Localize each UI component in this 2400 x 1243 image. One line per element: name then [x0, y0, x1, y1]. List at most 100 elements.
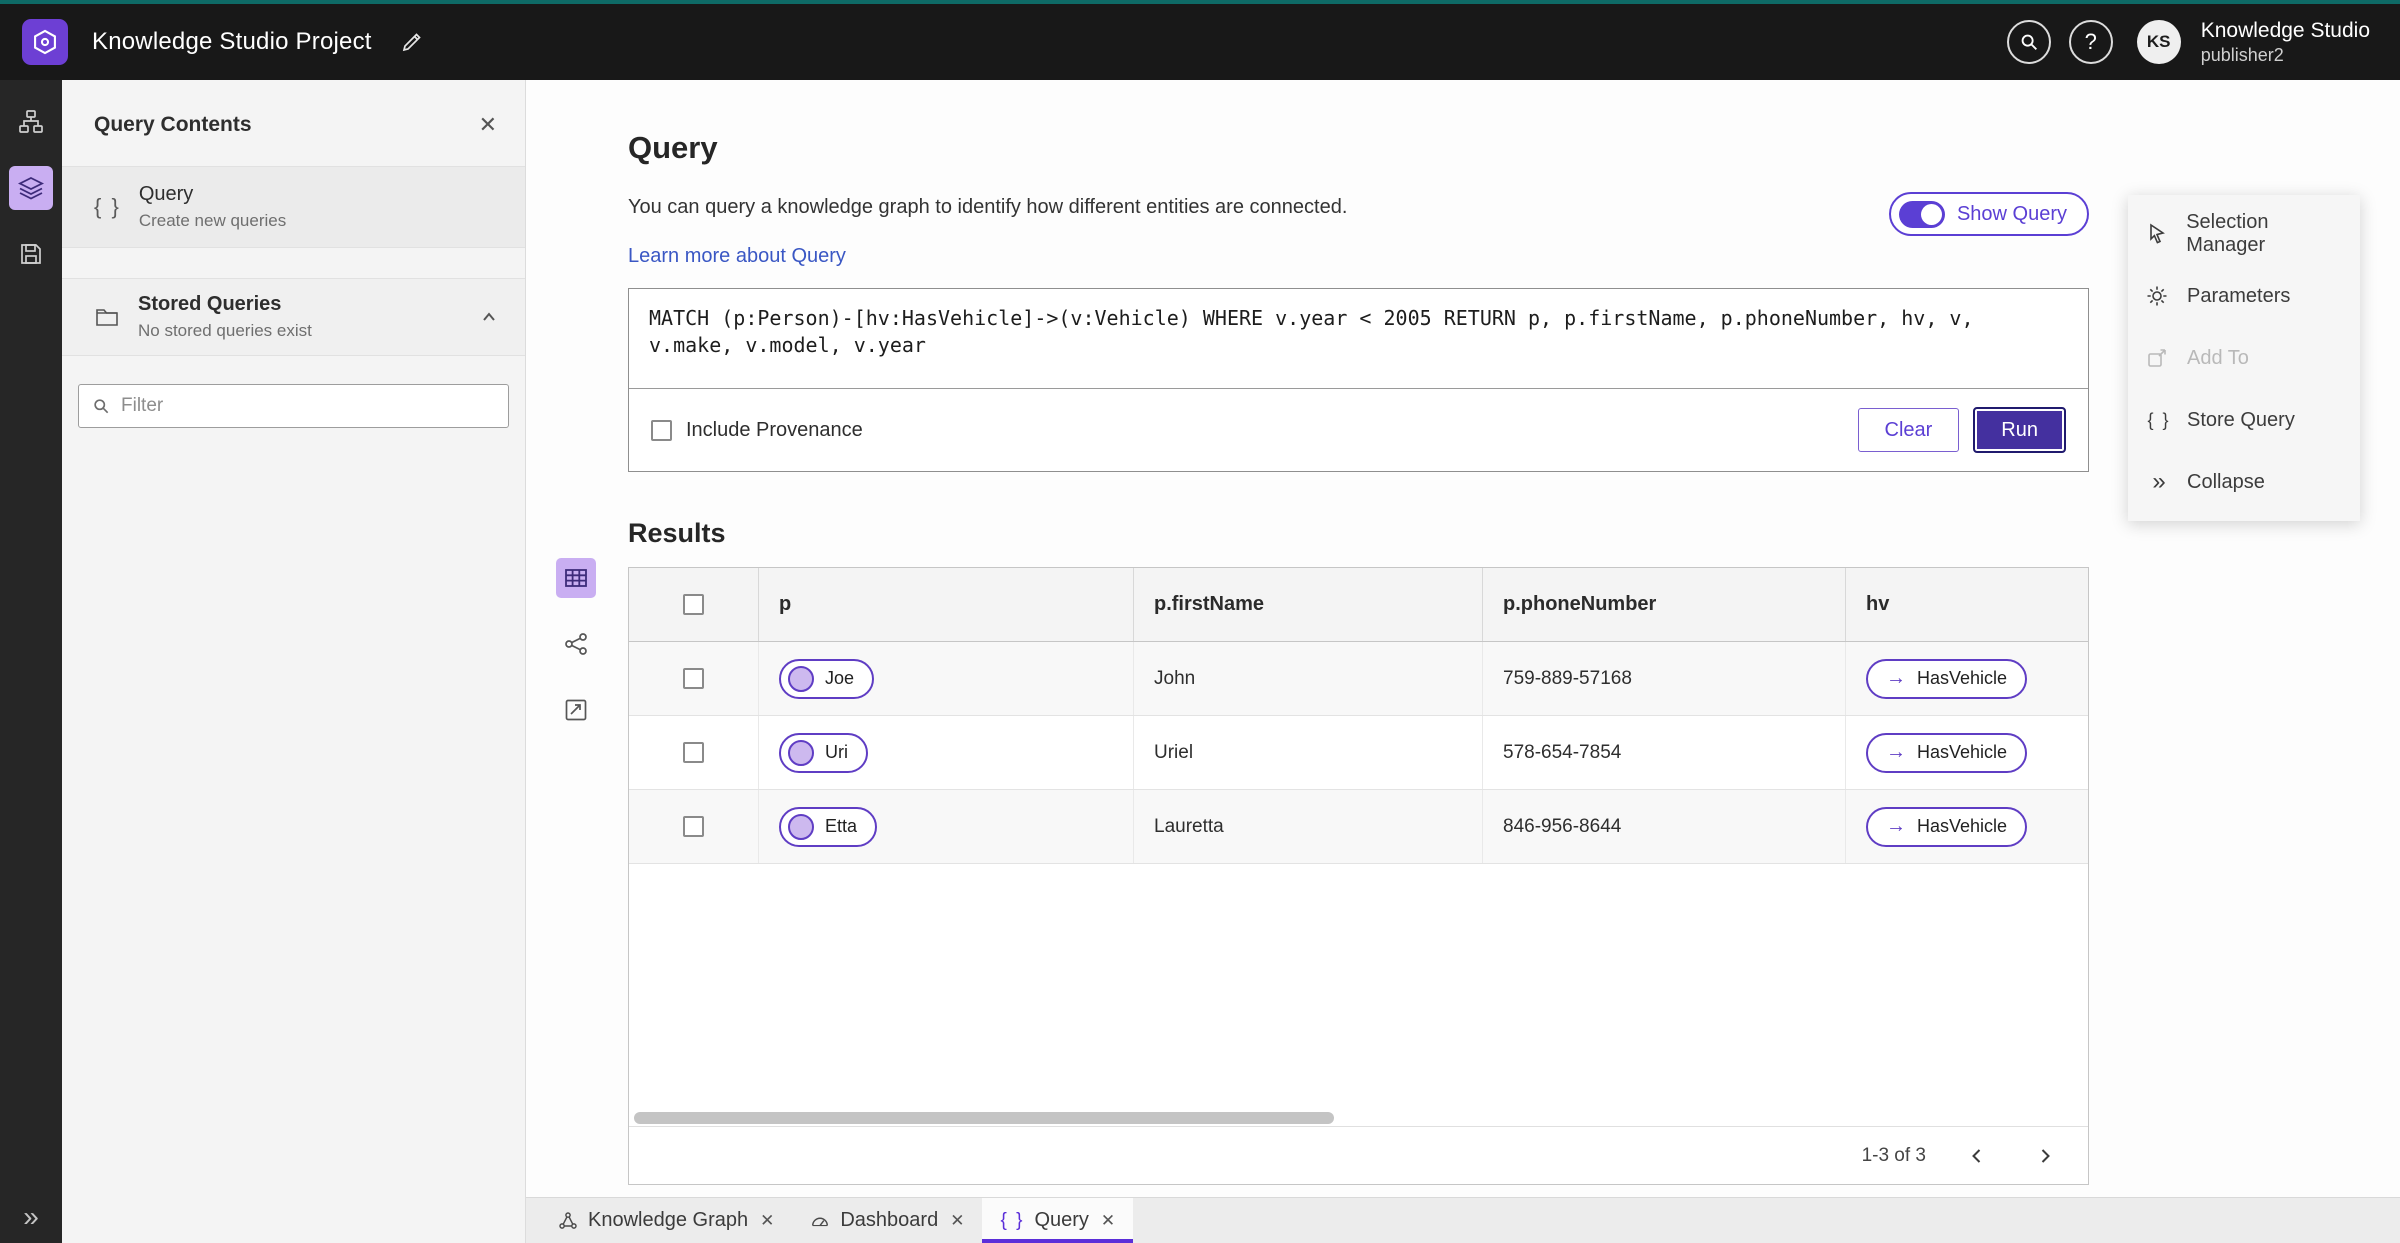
node-pill[interactable]: Etta: [779, 806, 878, 847]
results-table: p p.firstName p.phoneNumber hv Joe John …: [628, 567, 2089, 1185]
add-to-icon: [2146, 347, 2172, 369]
tab-query[interactable]: { } Query ✕: [982, 1198, 1134, 1243]
edit-title-icon[interactable]: [400, 30, 424, 54]
edge-pill[interactable]: → HasVehicle: [1866, 732, 2028, 773]
column-header-phonenumber[interactable]: p.phoneNumber: [1483, 568, 1846, 641]
close-tab-icon[interactable]: ✕: [950, 1211, 964, 1231]
search-icon: [91, 396, 111, 416]
knowledge-graph-icon: [558, 1211, 578, 1231]
horizontal-scrollbar[interactable]: [631, 1110, 2086, 1126]
include-provenance-label: Include Provenance: [686, 418, 863, 441]
results-title: Results: [628, 518, 726, 548]
stored-queries-subtitle: No stored queries exist: [138, 321, 312, 340]
page-title: Query: [628, 130, 718, 165]
filter-field[interactable]: [78, 384, 509, 428]
search-button[interactable]: [2006, 20, 2051, 64]
edge-pill[interactable]: → HasVehicle: [1866, 658, 2028, 699]
tab-label: Knowledge Graph: [588, 1209, 749, 1231]
panel-title: Query Contents: [94, 113, 252, 136]
app-logo-icon[interactable]: [22, 19, 68, 65]
question-icon: ?: [2084, 29, 2097, 54]
add-to-label: Add To: [2187, 346, 2249, 369]
table-pagination: 1-3 of 3: [629, 1126, 2088, 1184]
user-avatar[interactable]: KS: [2136, 20, 2181, 64]
node-pill[interactable]: Joe: [779, 658, 875, 699]
results-view-toolbar: [556, 558, 596, 730]
chart-view-icon[interactable]: [556, 690, 596, 730]
left-icon-rail: »: [0, 80, 62, 1243]
close-tab-icon[interactable]: ✕: [760, 1211, 774, 1231]
add-to-item: Add To: [2128, 327, 2360, 389]
arrow-right-icon: →: [1886, 667, 1906, 689]
filter-input[interactable]: [121, 395, 496, 417]
panel-header: Query Contents ✕: [62, 80, 525, 166]
edge-pill[interactable]: → HasVehicle: [1866, 806, 2028, 847]
table-row[interactable]: Uri Uriel 578-654-7854 → HasVehicle: [629, 716, 2088, 790]
node-pill[interactable]: Uri: [779, 732, 868, 773]
table-empty-area: [629, 864, 2088, 1110]
stored-queries-section[interactable]: Stored Queries No stored queries exist: [62, 278, 525, 356]
next-page-icon[interactable]: [2028, 1139, 2062, 1173]
store-query-label: Store Query: [2187, 408, 2295, 431]
table-header-row: p p.firstName p.phoneNumber hv: [629, 568, 2088, 642]
toggle-switch-on[interactable]: [1898, 200, 1945, 228]
parameters-item[interactable]: Parameters: [2128, 265, 2360, 327]
chevron-up-icon[interactable]: [479, 307, 499, 327]
selection-manager-item[interactable]: Selection Manager: [2128, 203, 2360, 265]
parameters-label: Parameters: [2187, 284, 2291, 307]
query-item-title: Query: [138, 183, 194, 205]
app-window: Knowledge Studio Project ? KS Knowledge …: [0, 0, 2400, 1243]
scrollbar-thumb[interactable]: [634, 1112, 1334, 1124]
clear-button[interactable]: Clear: [1857, 408, 1960, 452]
row-checkbox[interactable]: [683, 742, 704, 763]
edge-label: HasVehicle: [1917, 816, 2008, 836]
previous-page-icon[interactable]: [1960, 1139, 1994, 1173]
include-provenance-checkbox[interactable]: [651, 419, 672, 441]
edge-label: HasVehicle: [1917, 742, 2008, 762]
show-query-label: Show Query: [1956, 202, 2067, 225]
gear-icon: [2146, 285, 2172, 307]
expand-rail-icon[interactable]: »: [0, 1201, 62, 1233]
help-button[interactable]: ?: [2068, 20, 2113, 64]
column-header-p[interactable]: p: [759, 568, 1134, 641]
cell-phonenumber: 759-889-57168: [1483, 642, 1846, 715]
select-all-checkbox[interactable]: [683, 594, 704, 615]
cell-phonenumber: 578-654-7854: [1483, 716, 1846, 789]
cell-firstname: Uriel: [1134, 716, 1483, 789]
hierarchy-icon[interactable]: [9, 100, 53, 144]
table-row[interactable]: Etta Lauretta 846-956-8644 → HasVehicle: [629, 790, 2088, 864]
run-button[interactable]: Run: [1973, 407, 2066, 453]
top-bar: Knowledge Studio Project ? KS Knowledge …: [0, 4, 2400, 80]
layers-icon[interactable]: [9, 166, 53, 210]
selection-manager-icon: [2146, 223, 2171, 245]
dashboard-icon: [810, 1211, 830, 1231]
tab-knowledge-graph[interactable]: Knowledge Graph ✕: [540, 1198, 792, 1243]
braces-icon: { }: [2147, 409, 2171, 430]
user-block[interactable]: Knowledge Studio publisher2: [2201, 18, 2370, 67]
row-checkbox[interactable]: [683, 816, 704, 837]
table-view-icon[interactable]: [556, 558, 596, 598]
show-query-toggle[interactable]: Show Query: [1888, 192, 2089, 236]
store-query-item[interactable]: { } Store Query: [2128, 389, 2360, 451]
query-editor[interactable]: MATCH (p:Person)-[hv:HasVehicle]->(v:Veh…: [629, 289, 2088, 389]
stored-queries-title: Stored Queries: [138, 293, 282, 315]
column-header-firstname[interactable]: p.firstName: [1134, 568, 1483, 641]
query-actions-row: Include Provenance Clear Run: [629, 389, 2088, 471]
row-checkbox[interactable]: [683, 668, 704, 689]
query-contents-panel: Query Contents ✕ { } Query Create new qu…: [62, 80, 526, 1243]
tab-label: Dashboard: [840, 1209, 939, 1231]
query-description: You can query a knowledge graph to ident…: [628, 196, 1348, 218]
close-tab-icon[interactable]: ✕: [1101, 1211, 1115, 1231]
collapse-item[interactable]: » Collapse: [2128, 451, 2360, 513]
save-icon[interactable]: [9, 232, 53, 276]
sidebar-item-query[interactable]: { } Query Create new queries: [62, 166, 525, 248]
arrow-right-icon: →: [1886, 741, 1906, 763]
query-tools-panel: Selection Manager Parameters Add To {} …: [2128, 195, 2360, 521]
braces-icon: { }: [94, 194, 121, 219]
table-row[interactable]: Joe John 759-889-57168 → HasVehicle: [629, 642, 2088, 716]
graph-view-icon[interactable]: [556, 624, 596, 664]
close-panel-icon[interactable]: ✕: [479, 112, 497, 138]
column-header-hv[interactable]: hv: [1846, 568, 2088, 641]
learn-more-link[interactable]: Learn more about Query: [628, 245, 846, 268]
tab-dashboard[interactable]: Dashboard ✕: [792, 1198, 982, 1243]
